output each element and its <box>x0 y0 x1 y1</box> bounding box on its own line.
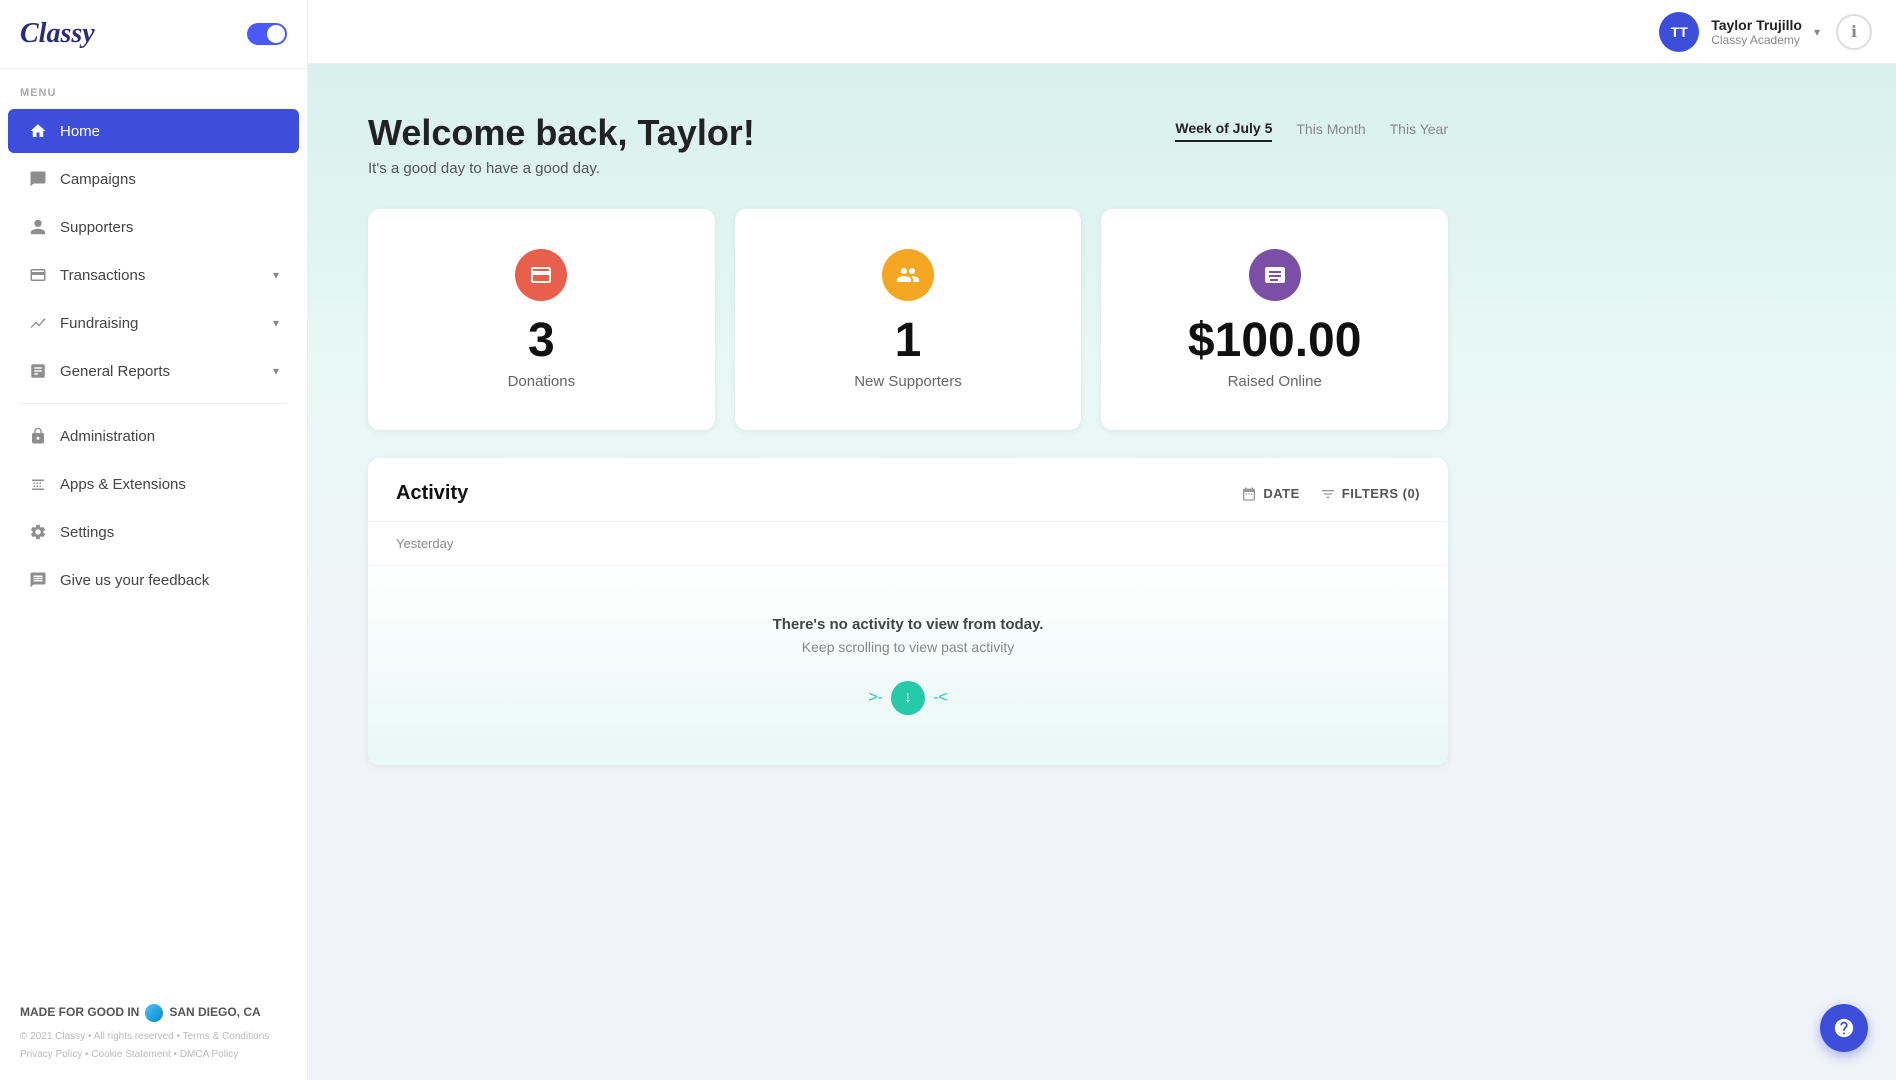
nav-transactions[interactable]: Transactions ▾ <box>8 253 299 297</box>
globe-icon <box>145 1004 163 1022</box>
fundraising-chevron: ▾ <box>273 316 279 330</box>
activity-empty-sub: Keep scrolling to view past activity <box>396 639 1420 655</box>
transactions-chevron: ▾ <box>273 268 279 282</box>
welcome-section: Welcome back, Taylor! It's a good day to… <box>368 112 1448 177</box>
scroll-icon: ↓ <box>891 681 925 715</box>
stat-supporters: 1 New Supporters <box>735 209 1082 430</box>
user-name: Taylor Trujillo <box>1711 17 1802 33</box>
content-inner: Welcome back, Taylor! It's a good day to… <box>308 64 1508 805</box>
filters-button[interactable]: FILTERS (0) <box>1320 486 1420 502</box>
avatar: TT <box>1659 12 1699 52</box>
toggle-switch[interactable] <box>247 23 287 45</box>
welcome-heading: Welcome back, Taylor! <box>368 112 755 154</box>
stat-donations: 3 Donations <box>368 209 715 430</box>
footer-links: Privacy Policy • Cookie Statement • DMCA… <box>20 1046 287 1064</box>
feedback-icon <box>28 570 48 590</box>
raised-value: $100.00 <box>1188 317 1362 365</box>
logo: Classy <box>20 18 95 50</box>
nav-supporters[interactable]: Supporters <box>8 205 299 249</box>
user-menu[interactable]: TT Taylor Trujillo Classy Academy ▾ <box>1659 12 1820 52</box>
tab-week[interactable]: Week of July 5 <box>1175 120 1272 142</box>
nav-general-reports[interactable]: General Reports ▾ <box>8 349 299 393</box>
campaigns-icon <box>28 169 48 189</box>
nav-feedback[interactable]: Give us your feedback <box>8 558 299 602</box>
scroll-down-button[interactable]: >- ↓ -< <box>868 681 947 715</box>
stats-row: 3 Donations 1 New Supporters $100.00 Rai… <box>368 209 1448 430</box>
activity-empty-state: There's no activity to view from today. … <box>368 566 1448 765</box>
donations-label: Donations <box>508 373 576 390</box>
info-button[interactable]: ℹ <box>1836 14 1872 50</box>
period-tabs: Week of July 5 This Month This Year <box>1175 112 1448 142</box>
nav-campaigns[interactable]: Campaigns <box>8 157 299 201</box>
apps-icon <box>28 474 48 494</box>
administration-icon <box>28 426 48 446</box>
activity-header: Activity DATE FILTERS (0) <box>368 458 1448 522</box>
stat-raised: $100.00 Raised Online <box>1101 209 1448 430</box>
supporters-icon-circle <box>882 249 934 301</box>
nav-administration[interactable]: Administration <box>8 414 299 458</box>
nav-fundraising[interactable]: Fundraising ▾ <box>8 301 299 345</box>
activity-card: Activity DATE FILTERS (0) Yesterday <box>368 458 1448 765</box>
topbar: TT Taylor Trujillo Classy Academy ▾ ℹ <box>308 0 1896 64</box>
content-area: Welcome back, Taylor! It's a good day to… <box>308 64 1896 1080</box>
transactions-icon <box>28 265 48 285</box>
sidebar: Classy MENU Home Campaigns Supporters Tr… <box>0 0 308 1080</box>
settings-icon <box>28 522 48 542</box>
activity-section-label: Yesterday <box>368 522 1448 566</box>
raised-label: Raised Online <box>1228 373 1322 390</box>
fundraising-icon <box>28 313 48 333</box>
user-org: Classy Academy <box>1711 33 1802 47</box>
tab-year[interactable]: This Year <box>1390 121 1448 141</box>
welcome-subtitle: It's a good day to have a good day. <box>368 160 755 177</box>
raised-icon-circle <box>1249 249 1301 301</box>
activity-controls: DATE FILTERS (0) <box>1241 486 1420 502</box>
home-icon <box>28 121 48 141</box>
sidebar-footer: MADE FOR GOOD IN SAN DIEGO, CA © 2021 Cl… <box>0 986 307 1080</box>
nav-divider <box>20 403 287 404</box>
right-arrow: -< <box>933 689 948 707</box>
donations-value: 3 <box>528 317 555 365</box>
supporters-label: New Supporters <box>854 373 962 390</box>
donations-icon-circle <box>515 249 567 301</box>
nav-home[interactable]: Home <box>8 109 299 153</box>
nav-settings[interactable]: Settings <box>8 510 299 554</box>
reports-icon <box>28 361 48 381</box>
nav-apps-extensions[interactable]: Apps & Extensions <box>8 462 299 506</box>
supporters-icon <box>28 217 48 237</box>
general-reports-chevron: ▾ <box>273 364 279 378</box>
user-text: Taylor Trujillo Classy Academy <box>1711 17 1802 47</box>
main-area: TT Taylor Trujillo Classy Academy ▾ ℹ We… <box>308 0 1896 1080</box>
sidebar-header: Classy <box>0 0 307 69</box>
footer-copyright: © 2021 Classy • All rights reserved • Te… <box>20 1028 287 1046</box>
date-filter-button[interactable]: DATE <box>1241 486 1299 502</box>
activity-empty-heading: There's no activity to view from today. <box>396 616 1420 633</box>
left-arrow: >- <box>868 689 883 707</box>
activity-title: Activity <box>396 482 468 505</box>
user-menu-chevron: ▾ <box>1814 25 1820 39</box>
supporters-value: 1 <box>895 317 922 365</box>
menu-label: MENU <box>0 69 307 107</box>
tab-month[interactable]: This Month <box>1296 121 1365 141</box>
help-button[interactable] <box>1820 1004 1868 1052</box>
welcome-text: Welcome back, Taylor! It's a good day to… <box>368 112 755 177</box>
